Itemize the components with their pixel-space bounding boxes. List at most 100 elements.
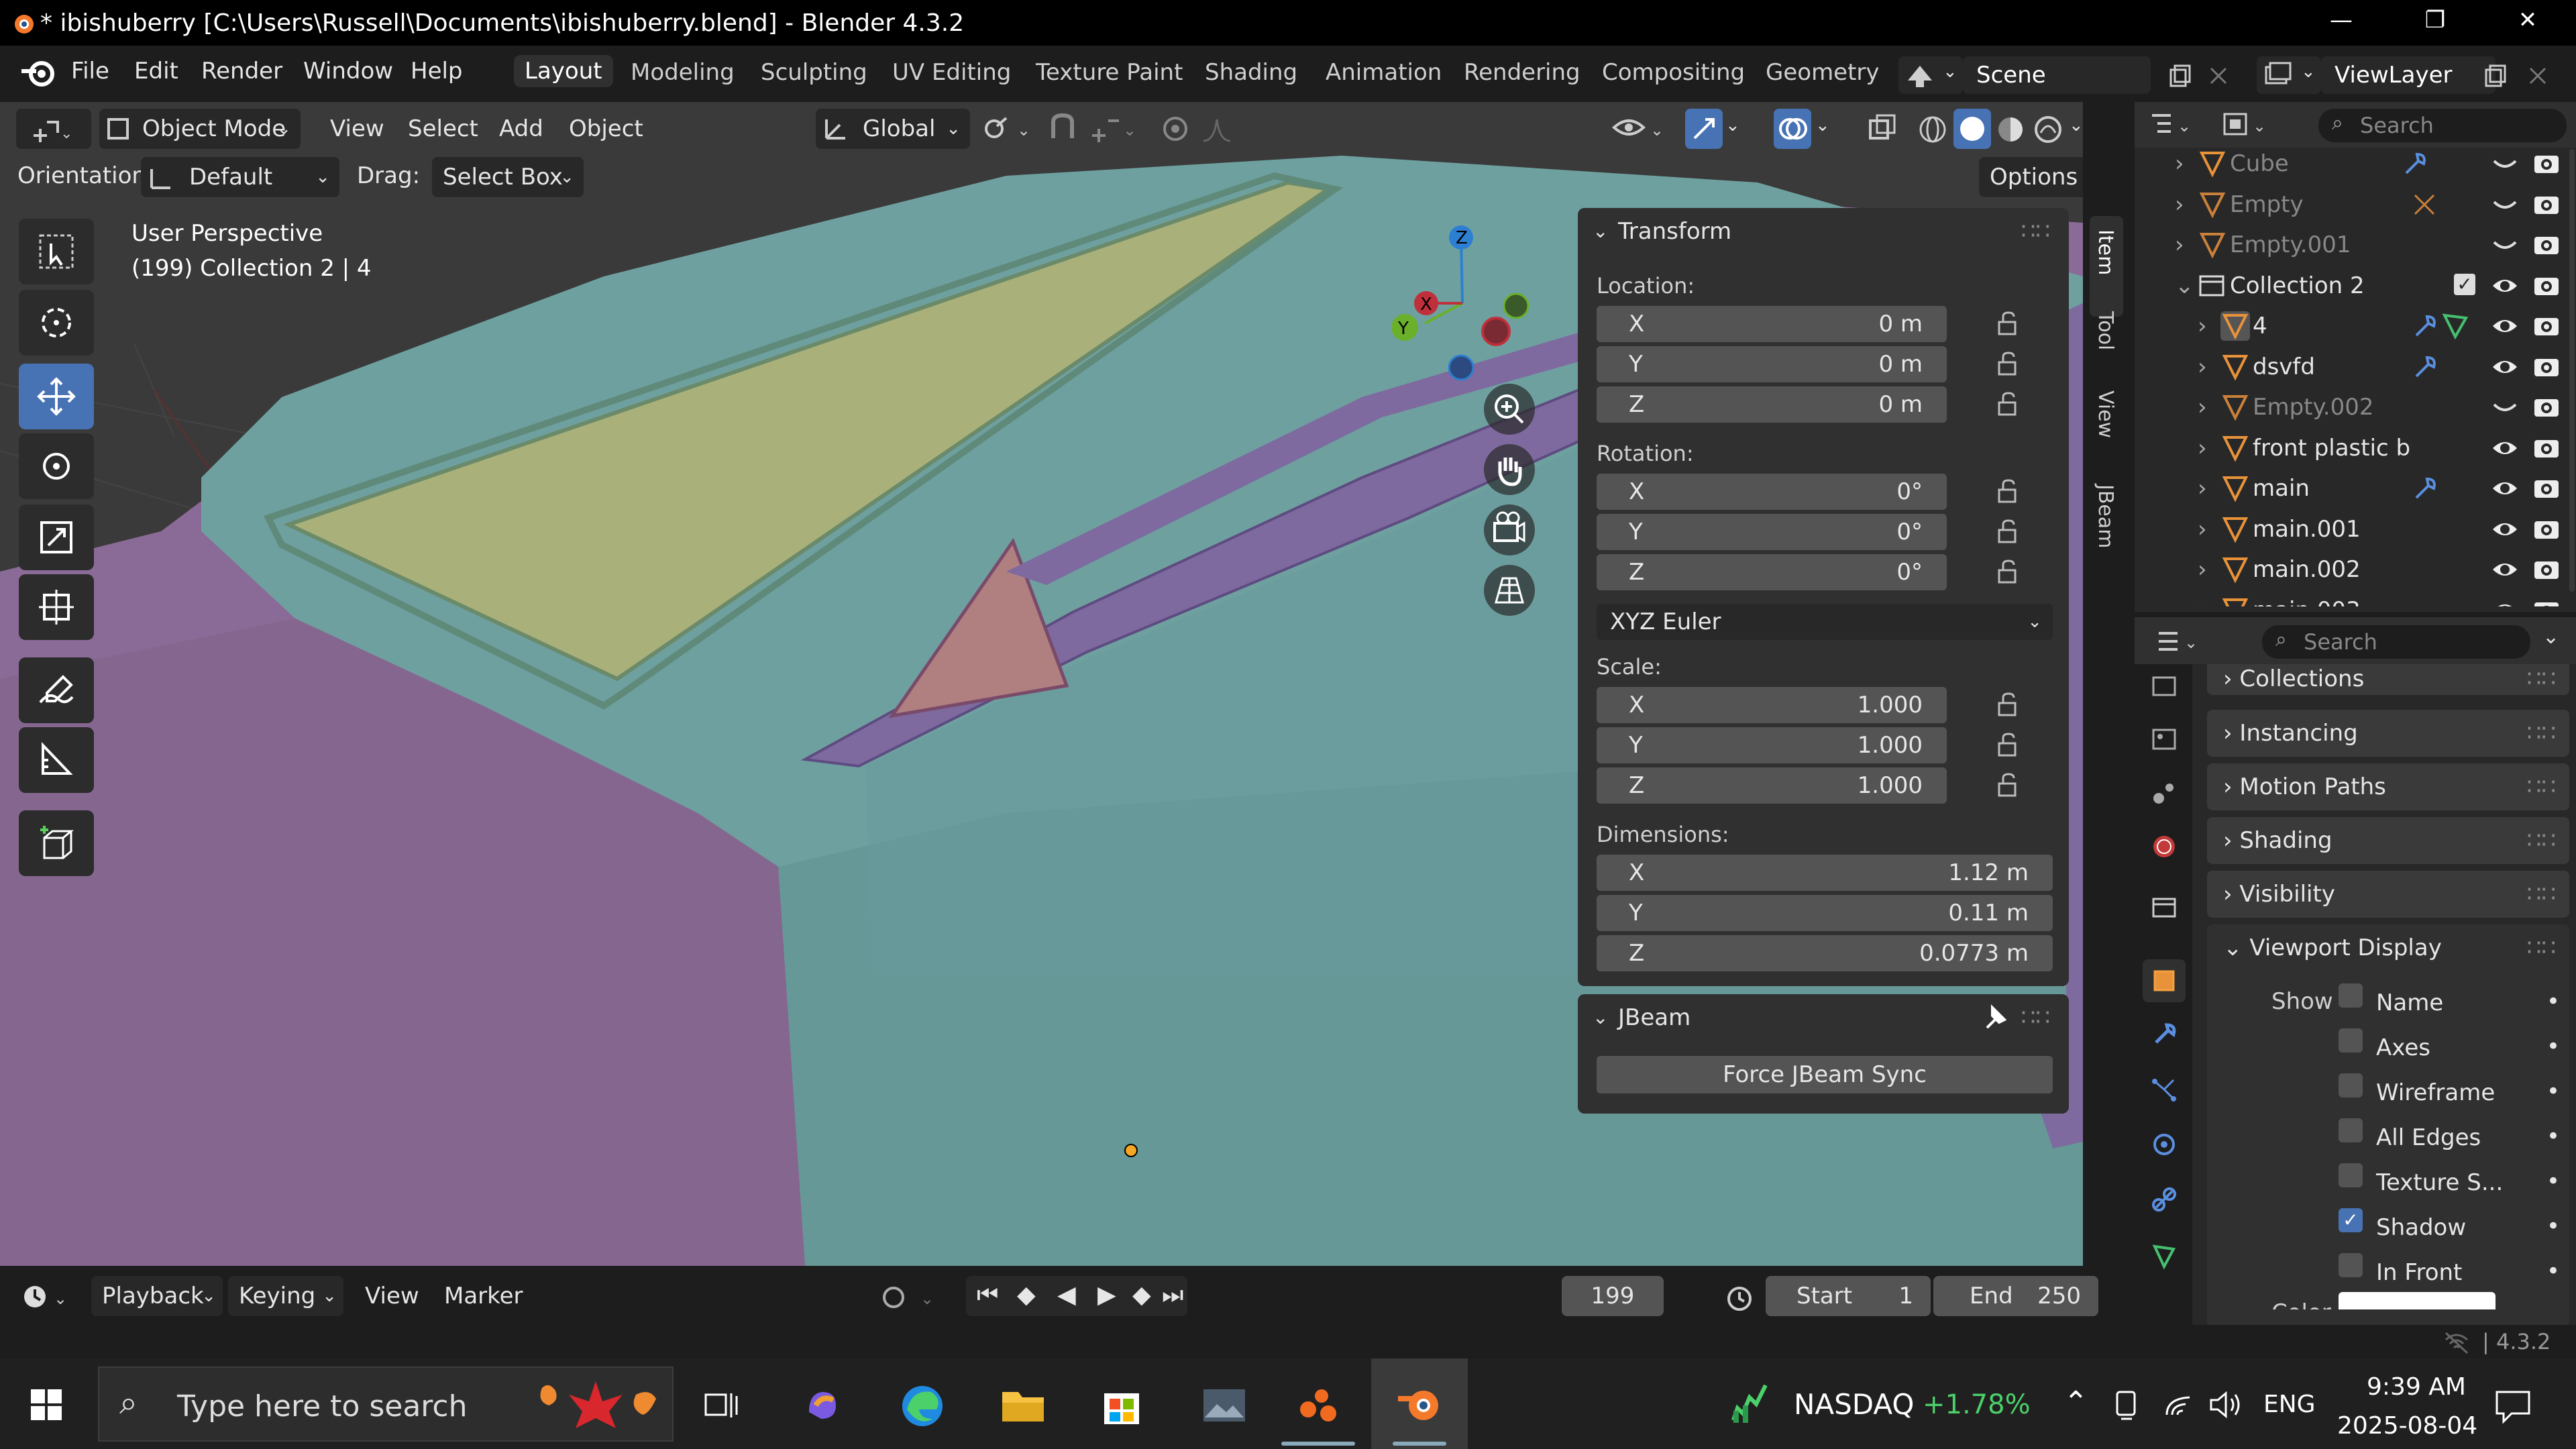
checkbox[interactable] xyxy=(2339,1253,2363,1277)
perspective-toggle-icon[interactable] xyxy=(1483,564,1536,617)
wifi-icon[interactable] xyxy=(2163,1388,2196,1421)
file-explorer-icon[interactable] xyxy=(1000,1385,1046,1426)
next-keyframe-icon[interactable]: ◆ xyxy=(1132,1281,1151,1309)
expand-right-icon[interactable]: › xyxy=(2198,590,2207,607)
previous-keyframe-icon[interactable]: ◆ xyxy=(1017,1281,1036,1309)
camera-render-icon[interactable] xyxy=(2532,474,2561,503)
transform-orientation-selector[interactable]: Global ⌄ xyxy=(816,109,970,149)
jump-to-end-icon[interactable]: ⏭ xyxy=(1162,1281,1183,1309)
outliner-row[interactable]: › dsvfd xyxy=(2135,347,2576,387)
auto-keying-icon[interactable]: ⌄ xyxy=(876,1283,943,1312)
gizmo-dropdown-icon[interactable]: ⌄ xyxy=(1725,115,1740,136)
eye-icon[interactable] xyxy=(2490,515,2520,544)
properties-editor-type-icon[interactable]: ⌄ xyxy=(2155,627,2208,656)
particle-properties-icon[interactable] xyxy=(2149,1075,2179,1104)
new-view-layer-icon[interactable] xyxy=(2482,63,2509,90)
playback-menu[interactable]: Playback ⌄ xyxy=(91,1276,223,1316)
lock-icon[interactable] xyxy=(1994,771,2021,798)
checkbox[interactable] xyxy=(2339,983,2363,1008)
lock-icon[interactable] xyxy=(1994,350,2021,377)
app-orange-dots-icon[interactable] xyxy=(1295,1383,1342,1430)
rendered-shading-icon[interactable] xyxy=(2031,113,2065,146)
tab-uv-editing[interactable]: UV Editing xyxy=(892,59,1011,86)
menu-edit[interactable]: Edit xyxy=(134,58,178,85)
tab-rendering[interactable]: Rendering xyxy=(1464,59,1580,86)
move-tool[interactable] xyxy=(19,364,94,429)
new-scene-icon[interactable] xyxy=(2167,63,2194,90)
outliner-row[interactable]: › main xyxy=(2135,468,2576,508)
pivot-point-icon[interactable]: ⌄ xyxy=(979,111,1040,145)
windows-start-icon[interactable] xyxy=(30,1388,63,1421)
tab-tool[interactable]: Tool xyxy=(2094,311,2117,350)
camera-render-icon[interactable] xyxy=(2532,596,2561,607)
eye-icon[interactable] xyxy=(2490,474,2520,503)
visibility-section[interactable]: › Visibility ∷∷ xyxy=(2207,871,2569,918)
expand-right-icon[interactable]: › xyxy=(2175,184,2184,225)
task-view-icon[interactable] xyxy=(703,1388,739,1421)
gizmo-toggle-button[interactable] xyxy=(1685,109,1723,149)
scene-properties-icon[interactable] xyxy=(2149,778,2179,808)
tab-layout[interactable]: Layout xyxy=(514,55,613,87)
outliner-search-input[interactable]: ⌕ Search xyxy=(2318,109,2567,142)
overlays-dropdown-icon[interactable]: ⌄ xyxy=(1815,115,1830,136)
select-box-tool[interactable] xyxy=(19,219,94,284)
close-window-button[interactable]: ✕ xyxy=(2508,7,2548,34)
preview-range-icon[interactable] xyxy=(1723,1281,1756,1315)
add-cube-tool[interactable] xyxy=(19,810,94,876)
tab-view[interactable]: View xyxy=(2094,390,2117,438)
scale-tool[interactable] xyxy=(19,504,94,570)
drag-handle-icon[interactable]: ∷∷ xyxy=(2021,994,2050,1041)
play-icon[interactable]: ▶ xyxy=(1097,1281,1116,1309)
menu-help[interactable]: Help xyxy=(411,58,463,85)
annotate-tool[interactable] xyxy=(19,657,94,723)
keyframe-dot-icon[interactable]: • xyxy=(2546,1113,2560,1160)
minimize-button[interactable]: — xyxy=(2321,7,2361,34)
orientation-dropdown[interactable]: Default ⌄ xyxy=(141,157,339,197)
output-properties-icon[interactable] xyxy=(2149,724,2179,754)
blender-taskbar-button[interactable] xyxy=(1371,1358,1468,1449)
camera-render-icon[interactable] xyxy=(2532,230,2561,260)
rotation-x-field[interactable]: X 0° xyxy=(1597,474,1947,510)
outliner-row[interactable]: › Cube xyxy=(2135,144,2576,184)
expand-right-icon[interactable]: › xyxy=(2175,144,2184,184)
drag-dropdown[interactable]: Select Box ⌄ xyxy=(432,157,584,197)
timeline-editor-type-icon[interactable]: ⌄ xyxy=(19,1280,79,1313)
camera-render-icon[interactable] xyxy=(2532,555,2561,584)
collection-properties-icon[interactable] xyxy=(2149,892,2179,922)
zoom-icon[interactable] xyxy=(1483,382,1536,436)
modifier-icon[interactable] xyxy=(2410,352,2439,382)
lock-icon[interactable] xyxy=(1994,518,2021,545)
outliner-row[interactable]: › 4 xyxy=(2135,306,2576,346)
modifier-properties-icon[interactable] xyxy=(2149,1020,2179,1049)
clock-time[interactable]: 9:39 AM xyxy=(2367,1373,2466,1401)
modifier-icon[interactable] xyxy=(2410,311,2439,341)
lock-icon[interactable] xyxy=(1994,310,2021,337)
view-layer-selector[interactable]: ⌄ xyxy=(2257,56,2321,94)
data-properties-icon[interactable] xyxy=(2149,1241,2179,1271)
properties-search-input[interactable]: ⌕ Search xyxy=(2262,625,2530,659)
jbeam-panel-header[interactable]: ⌄ JBeam ∷∷ xyxy=(1578,994,2069,1041)
eye-icon[interactable] xyxy=(2490,352,2520,382)
shading-dropdown-icon[interactable]: ⌄ xyxy=(2069,115,2083,136)
tab-animation[interactable]: Animation xyxy=(1326,59,1442,86)
camera-view-icon[interactable] xyxy=(1483,503,1536,557)
tab-shading[interactable]: Shading xyxy=(1205,59,1297,86)
maximize-button[interactable]: ❐ xyxy=(2415,7,2455,34)
checkbox[interactable] xyxy=(2339,1073,2363,1097)
drag-handle-icon[interactable]: ∷∷ xyxy=(2021,208,2050,255)
tab-texture-paint[interactable]: Texture Paint xyxy=(1036,59,1183,86)
editor-type-selector[interactable]: ⌄ xyxy=(16,109,91,149)
checkbox[interactable] xyxy=(2339,1028,2363,1053)
expand-right-icon[interactable]: › xyxy=(2198,549,2207,590)
timeline-view-menu[interactable]: View xyxy=(365,1276,419,1316)
pan-hand-icon[interactable] xyxy=(1483,443,1536,496)
location-x-field[interactable]: X0 m xyxy=(1597,306,1947,342)
keyframe-dot-icon[interactable]: • xyxy=(2546,1158,2560,1205)
exclude-checkbox[interactable]: ✓ xyxy=(2454,273,2475,295)
lock-icon[interactable] xyxy=(1994,390,2021,417)
checkbox-label[interactable]: Name xyxy=(2376,979,2443,1026)
rotation-mode-dropdown[interactable]: XYZ Euler ⌄ xyxy=(1597,604,2053,640)
scene-selector[interactable]: ⌄ xyxy=(1898,56,1963,94)
end-frame-field[interactable]: End 250 xyxy=(1933,1276,2098,1316)
dimensions-x-field[interactable]: X 1.12 m xyxy=(1597,855,2053,891)
